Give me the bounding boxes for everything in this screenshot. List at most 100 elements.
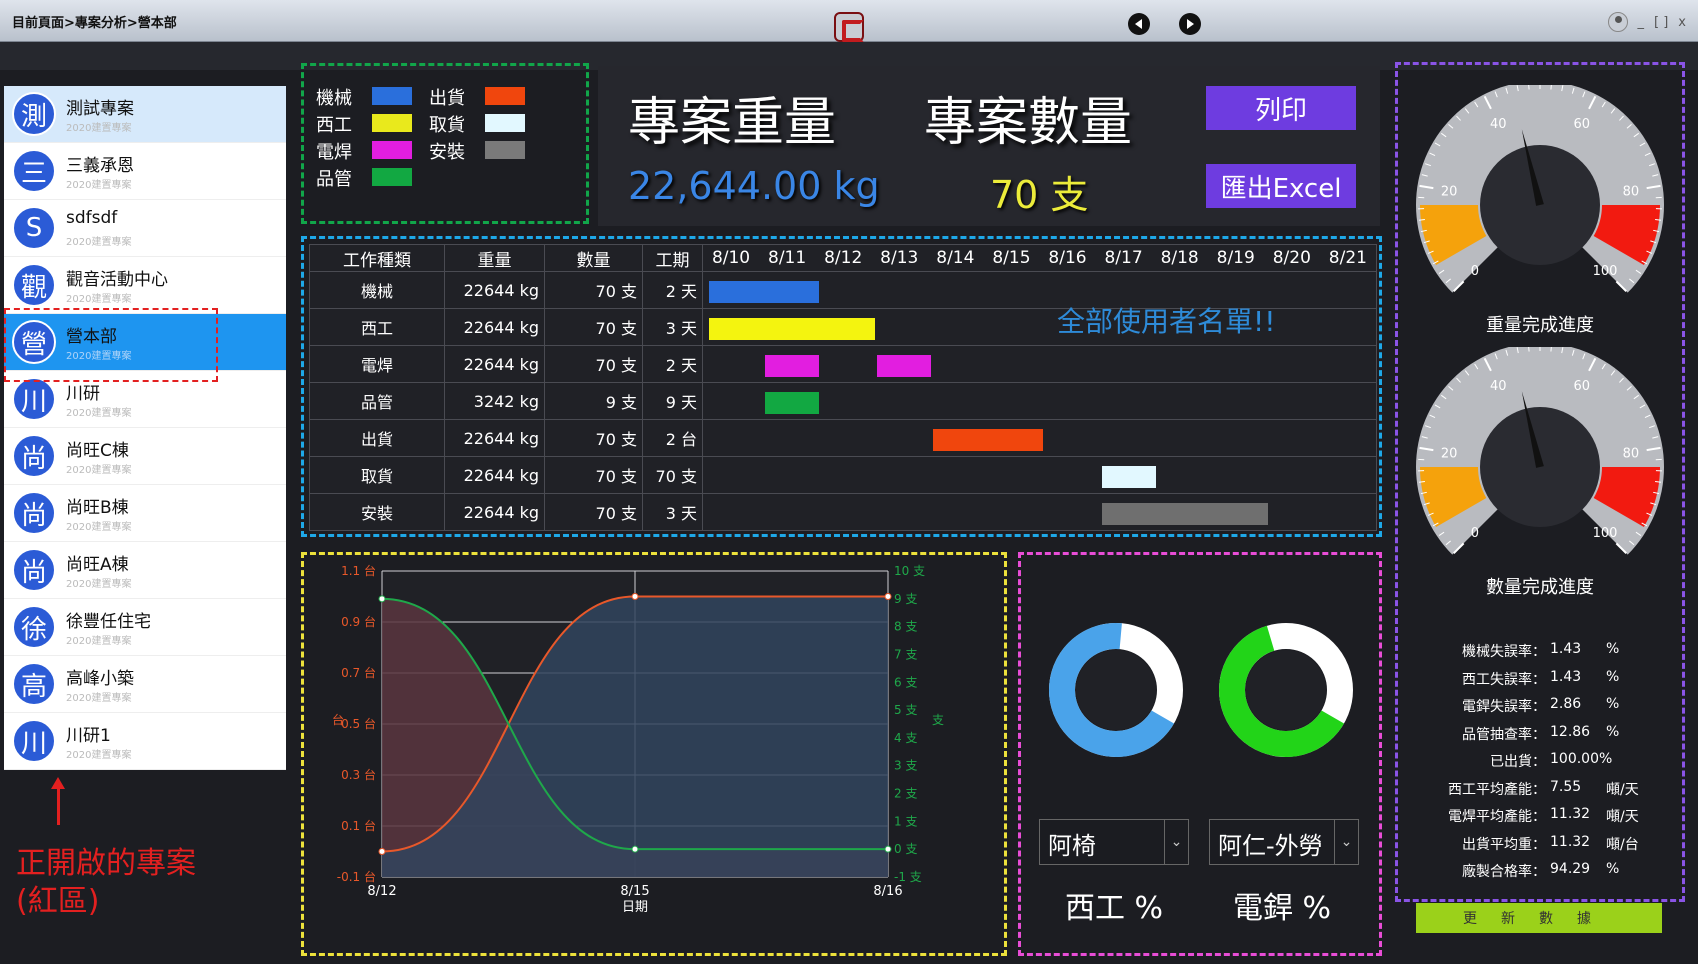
- stat-label: 西工失誤率：: [1462, 671, 1546, 688]
- y-left-tick: 1.1 台: [341, 563, 376, 578]
- next-icon[interactable]: [1179, 13, 1201, 35]
- project-subtitle: 2020建置專案: [66, 123, 132, 134]
- y-left-tick: 0.9 台: [341, 614, 376, 629]
- print-button[interactable]: 列印: [1206, 86, 1356, 130]
- maximize-icon[interactable]: [ ]: [1654, 15, 1668, 30]
- table-cell: 70 支: [544, 271, 643, 309]
- stat-label: 機械失誤率：: [1462, 644, 1546, 660]
- project-name: sdfsdf: [66, 208, 118, 228]
- gantt-timeline: [702, 456, 1377, 494]
- table-cell: 22644 kg: [444, 419, 545, 457]
- window-controls: _ [ ] x: [1607, 12, 1686, 32]
- stat-unit: %: [1606, 696, 1620, 712]
- donut-chart-left: [1049, 623, 1183, 757]
- legend-label: 品管: [316, 169, 352, 190]
- count-value: 70 支: [990, 173, 1089, 217]
- stat-value: 1.43: [1550, 641, 1582, 657]
- project-item[interactable]: 徐徐豐任住宅 2020建置專案: [4, 599, 286, 656]
- update-data-button[interactable]: 更新數據: [1416, 903, 1662, 933]
- worker-select-right[interactable]: 阿仁-外勞 ⌄: [1209, 819, 1359, 865]
- table-cell: 機械: [309, 271, 445, 309]
- x-axis-label: 日期: [622, 900, 648, 915]
- active-project-highlight: [4, 308, 218, 382]
- gauge-tick: [1528, 85, 1530, 90]
- gantt-bar: [765, 392, 820, 414]
- stat-row: 機械失誤率： 1.43%: [1418, 641, 1678, 661]
- date-label: 8/19: [1216, 248, 1255, 268]
- data-point: [378, 848, 386, 855]
- project-name: 高峰小築: [66, 669, 134, 689]
- stat-unit: 噸/天: [1606, 781, 1639, 798]
- project-item[interactable]: 尚尚旺C棟 2020建置專案: [4, 428, 286, 485]
- project-item[interactable]: 尚尚旺A棟 2020建置專案: [4, 542, 286, 599]
- stat-unit: %: [1606, 861, 1620, 877]
- minimize-icon[interactable]: _: [1638, 15, 1645, 30]
- table-cell: 22644 kg: [444, 456, 545, 494]
- project-subtitle: 2020建置專案: [66, 465, 132, 476]
- legend-swatch: [485, 141, 525, 159]
- worker-select-left[interactable]: 阿椅 ⌄: [1039, 819, 1189, 865]
- close-icon[interactable]: x: [1678, 15, 1686, 30]
- prev-icon[interactable]: [1128, 13, 1150, 35]
- line-chart: 1.1 台 0.9 台 0.7 台 0.5 台 0.3 台 0.1 台 -0.1 台 10 支…: [332, 563, 944, 915]
- legend: 機械 西工 電焊 品管 出貨 取貨 安裝: [301, 63, 589, 224]
- table-cell: 2 天: [642, 271, 703, 309]
- stat-row: 電銲失誤率： 2.86%: [1418, 696, 1678, 716]
- legend-swatch: [485, 114, 525, 132]
- table-cell: 70 支: [544, 493, 643, 531]
- project-name: 川研1: [66, 726, 111, 746]
- donut-hole: [1076, 650, 1156, 730]
- table-cell: 9 天: [642, 382, 703, 420]
- gantt-panel: 工作種類 重量 數量 工期 8/10 8/11 8/12 8/13 8/14 8/15 8/16 8/…: [301, 236, 1382, 537]
- legend-swatch: [372, 168, 412, 186]
- stat-value: 11.32: [1550, 833, 1591, 850]
- project-name: 徐豐任住宅: [66, 612, 151, 632]
- y-right-axis-label: 支: [932, 713, 944, 727]
- user-icon[interactable]: [1607, 12, 1628, 32]
- legend-swatch: [372, 141, 412, 159]
- project-subtitle: 2020建置專案: [66, 636, 132, 647]
- project-subtitle: 2020建置專案: [66, 408, 132, 419]
- project-item[interactable]: 測測試專案 2020建置專案: [4, 86, 286, 143]
- gauge-caption: 數量完成進度: [1486, 577, 1594, 598]
- project-subtitle: 2020建置專案: [66, 750, 132, 761]
- project-item[interactable]: 川川研1 2020建置專案: [4, 713, 286, 770]
- avatar: 徐: [12, 605, 56, 649]
- gantt-bar: [933, 429, 1044, 451]
- date-label: 8/17: [1104, 248, 1143, 268]
- y-left-axis-label: 台: [332, 712, 344, 727]
- gauge-tick-label: 20: [1441, 447, 1458, 462]
- project-name: 尚旺C棟: [66, 441, 129, 461]
- chevron-down-icon[interactable]: ⌄: [1334, 820, 1358, 864]
- legend-label: 安裝: [429, 142, 465, 163]
- project-list: 測測試專案 2020建置專案三三義承恩 2020建置專案 Ssdfsdf 2020建置專…: [4, 86, 286, 770]
- date-label: 8/16: [1048, 248, 1087, 268]
- gauge-tick-label: 60: [1573, 379, 1590, 394]
- gauge-tick-label: 40: [1490, 117, 1507, 132]
- app-logo-icon: [834, 12, 864, 42]
- table-row: 安裝 22644 kg 70 支3 天: [309, 493, 1377, 531]
- chevron-down-icon[interactable]: ⌄: [1164, 820, 1188, 864]
- project-item[interactable]: 尚尚旺B棟 2020建置專案: [4, 485, 286, 542]
- stat-value: 11.32: [1550, 806, 1591, 822]
- project-item[interactable]: 觀觀音活動中心 2020建置專案: [4, 257, 286, 314]
- table-cell: 出貨: [309, 419, 445, 457]
- legend-swatch: [485, 87, 525, 105]
- y-left-tick: 0.7 台: [341, 665, 376, 680]
- count-progress-gauge: 0 20 40 60 80 100: [1416, 347, 1664, 555]
- project-item[interactable]: Ssdfsdf 2020建置專案: [4, 200, 286, 257]
- project-item[interactable]: 三三義承恩 2020建置專案: [4, 143, 286, 200]
- x-tick: 8/16: [873, 884, 902, 899]
- y-left-tick: 0.5 台: [341, 716, 376, 731]
- data-point: [884, 593, 892, 600]
- project-item[interactable]: 高高峰小築 2020建置專案: [4, 656, 286, 713]
- stat-label: 品管抽查率：: [1462, 726, 1546, 743]
- table-cell: 22644 kg: [444, 308, 545, 346]
- export-excel-button[interactable]: 匯出Excel: [1206, 164, 1356, 208]
- project-name: 川研: [66, 384, 100, 404]
- y-right-tick: 10 支: [894, 564, 925, 578]
- y-right-tick: 0 支: [894, 842, 917, 856]
- stat-value: 2.86: [1550, 696, 1582, 712]
- donut-panel: 阿椅 ⌄ 阿仁-外勞 ⌄ 西工 % 電銲 %: [1018, 552, 1382, 956]
- table-cell: 22644 kg: [444, 345, 545, 383]
